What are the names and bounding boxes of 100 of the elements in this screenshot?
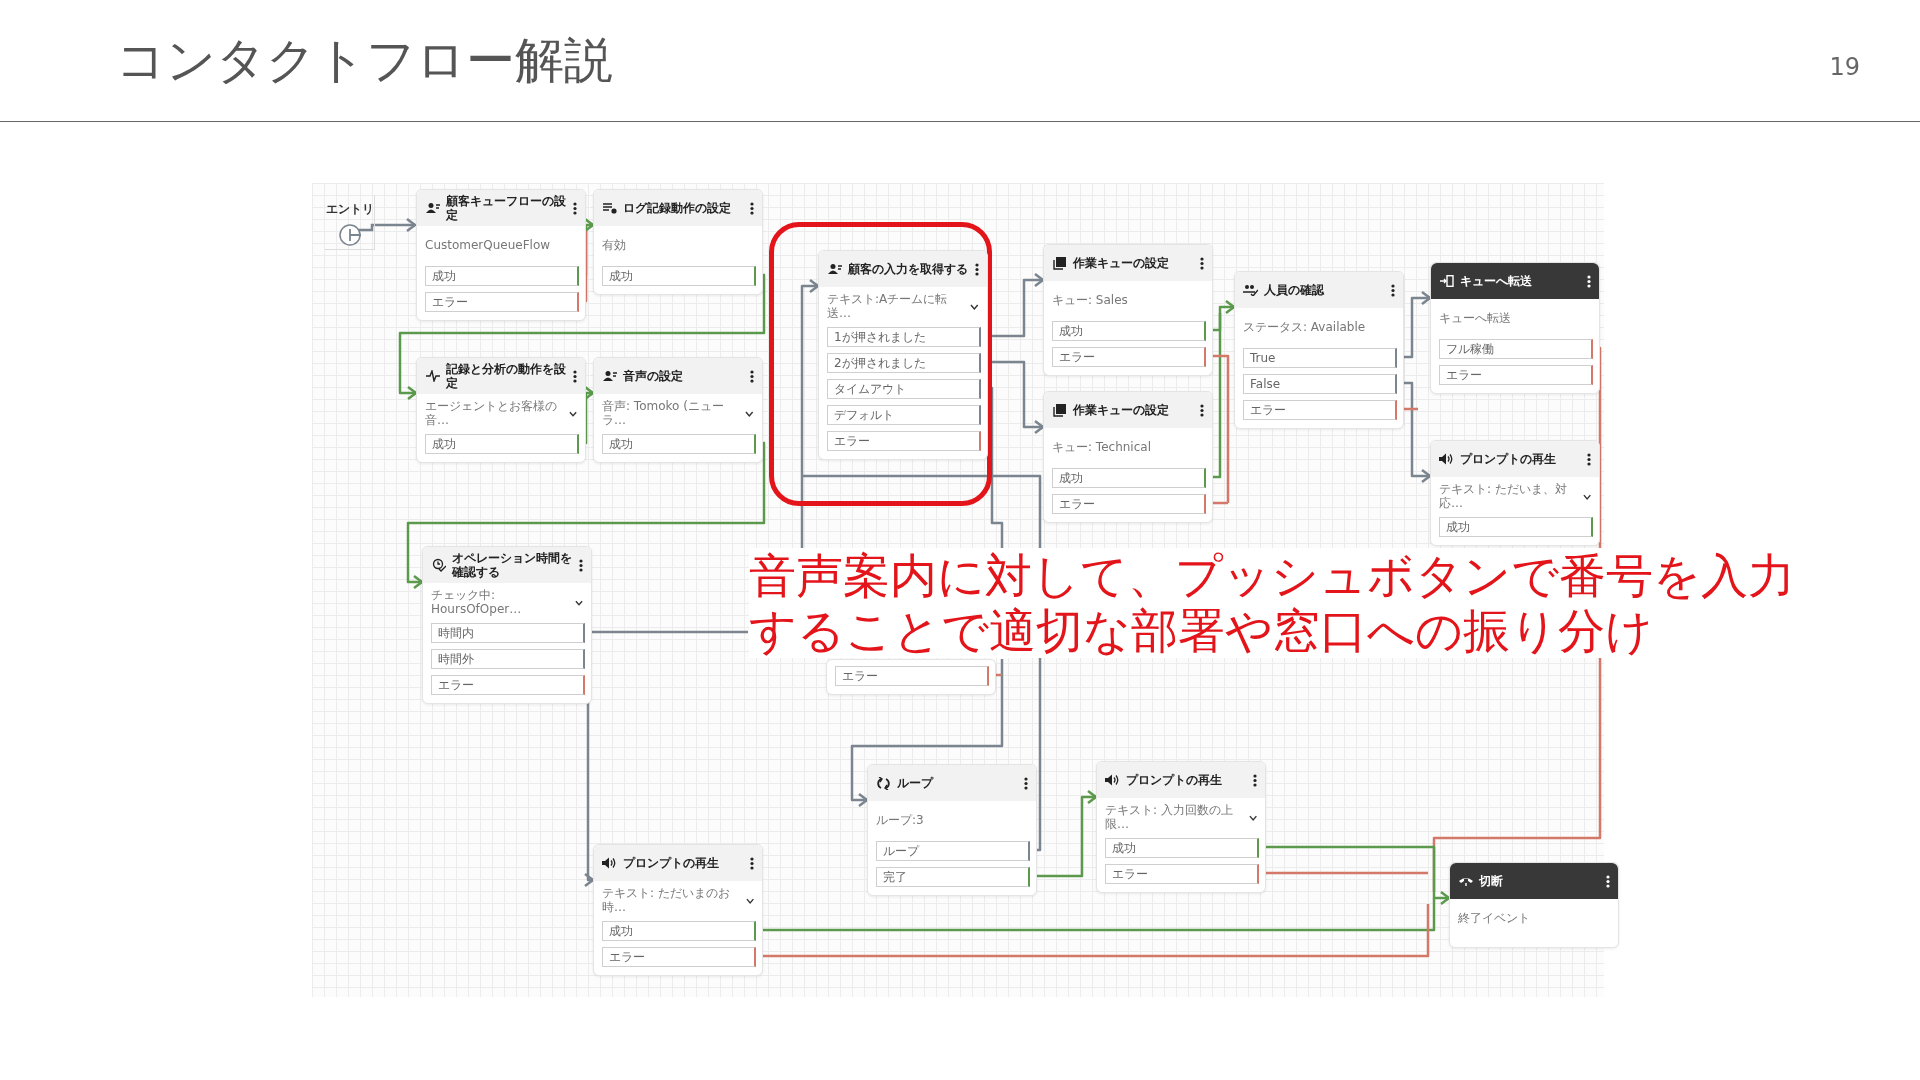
speaker-icon <box>602 857 617 869</box>
output-port[interactable]: エラー <box>827 431 981 451</box>
output-port[interactable]: エラー <box>431 675 585 695</box>
output-port[interactable]: 成功 <box>1105 838 1259 858</box>
flow-block[interactable]: プロンプトの再生 テキスト: 入力回数の上限… 成功 エラー <box>1096 761 1266 893</box>
output-port[interactable]: エラー <box>1243 400 1397 420</box>
flow-block[interactable]: 作業キューの設定 キュー: Sales 成功 エラー <box>1043 244 1213 376</box>
output-port[interactable]: フル稼働 <box>1439 339 1593 359</box>
flow-block[interactable]: キューへ転送 キューへ転送 フル稼働 エラー <box>1430 262 1600 394</box>
more-icon[interactable] <box>1587 274 1591 288</box>
flow-block[interactable]: プロンプトの再生 テキスト: ただいま、対応… 成功 <box>1430 440 1600 546</box>
more-icon[interactable] <box>750 369 754 383</box>
output-port[interactable]: タイムアウト <box>827 379 981 399</box>
block-title: 切断 <box>1479 873 1504 889</box>
more-icon[interactable] <box>1391 283 1395 297</box>
output-port[interactable]: 時間内 <box>431 623 585 643</box>
chevron-icon[interactable] <box>745 411 754 417</box>
output-port[interactable]: 成功 <box>602 921 756 941</box>
chevron-icon[interactable] <box>1248 815 1257 821</box>
block-detail: キュー: Technical <box>1052 441 1151 455</box>
block-detail: ステータス: Available <box>1243 321 1366 335</box>
page-number: 19 <box>1829 52 1860 81</box>
block-title: ループ <box>897 775 935 791</box>
more-icon[interactable] <box>750 856 754 870</box>
flow-block[interactable]: 顧客キューフローの設定 CustomerQueueFlow 成功 エラー <box>416 189 586 321</box>
clock-icon <box>431 558 446 572</box>
block-detail: キューへ転送 <box>1439 312 1511 326</box>
block-detail: 有効 <box>602 239 626 253</box>
flow-block[interactable]: 切断 終了イベント <box>1449 862 1619 948</box>
block-detail: チェック中: HoursOfOper… <box>431 589 523 617</box>
chevron-icon[interactable] <box>568 411 577 417</box>
more-icon[interactable] <box>579 558 583 572</box>
block-detail: CustomerQueueFlow <box>425 239 551 253</box>
flow-block[interactable]: オペレーション時間を確認する チェック中: HoursOfOper… 時間内 時間外 エラー <box>422 546 592 704</box>
output-port[interactable]: エラー <box>1105 864 1259 884</box>
flow-block[interactable]: ループ ループ:3 ループ 完了 <box>867 764 1037 896</box>
output-port[interactable]: 成功 <box>602 434 756 454</box>
more-icon[interactable] <box>1606 874 1610 888</box>
output-port[interactable]: 成功 <box>602 266 756 286</box>
output-port[interactable]: 成功 <box>1439 517 1593 537</box>
block-title: 顧客の入力を取得する <box>848 261 969 277</box>
block-title: プロンプトの再生 <box>1126 772 1223 788</box>
block-title: キューへ転送 <box>1460 273 1533 289</box>
output-port[interactable]: エラー <box>602 947 756 967</box>
block-detail: 終了イベント <box>1458 912 1530 926</box>
output-port[interactable]: エラー <box>1052 494 1206 514</box>
block-detail: ループ:3 <box>876 814 924 828</box>
more-icon[interactable] <box>1200 256 1204 270</box>
block-title: 音声の設定 <box>623 368 684 384</box>
phone-icon <box>1458 876 1473 886</box>
output-port[interactable]: エラー <box>425 292 579 312</box>
output-port[interactable]: 成功 <box>1052 468 1206 488</box>
block-detail: エージェントとお客様の音… <box>425 400 558 428</box>
more-icon[interactable] <box>573 201 577 215</box>
speaker-icon <box>1439 453 1454 465</box>
loop-icon <box>877 776 890 790</box>
flow-block[interactable]: プロンプトの再生 テキスト: ただいまのお時… 成功 エラー <box>593 844 763 976</box>
square-icon <box>1053 403 1066 417</box>
output-port[interactable]: エラー <box>1052 347 1206 367</box>
output-port[interactable]: 時間外 <box>431 649 585 669</box>
block-detail: テキスト:Aチームに転送… <box>827 293 949 321</box>
more-icon[interactable] <box>975 262 979 276</box>
output-port[interactable]: 完了 <box>876 867 1030 887</box>
flow-block[interactable]: 人員の確認 ステータス: Available True False エラー <box>1234 271 1404 429</box>
output-port[interactable]: ループ <box>876 841 1030 861</box>
output-port[interactable]: エラー <box>835 666 989 686</box>
output-port[interactable]: False <box>1243 374 1397 394</box>
person-icon <box>602 370 617 382</box>
person-icon <box>827 263 842 275</box>
flow-block[interactable]: 記録と分析の動作を設定 エージェントとお客様の音… 成功 <box>416 357 586 463</box>
more-icon[interactable] <box>750 201 754 215</box>
more-icon[interactable] <box>1200 403 1204 417</box>
output-port[interactable]: 成功 <box>1052 321 1206 341</box>
block-detail: 音声: Tomoko (ニューラ… <box>602 400 725 428</box>
more-icon[interactable] <box>1024 776 1028 790</box>
more-icon[interactable] <box>1587 452 1591 466</box>
block-title: 顧客キューフローの設定 <box>446 193 567 223</box>
output-port[interactable]: 1が押されました <box>827 327 981 347</box>
flow-block[interactable]: 顧客の入力を取得する テキスト:Aチームに転送… 1が押されました 2が押されました タイムアウト デフォルト エラー <box>818 250 988 460</box>
block-title: 作業キューの設定 <box>1073 255 1170 271</box>
output-port[interactable]: デフォルト <box>827 405 981 425</box>
person-icon <box>425 202 440 214</box>
more-icon[interactable] <box>1253 773 1257 787</box>
flow-block[interactable]: 音声の設定 音声: Tomoko (ニューラ… 成功 <box>593 357 763 463</box>
flow-block[interactable]: エラー <box>826 659 996 695</box>
chevron-icon[interactable] <box>970 304 979 310</box>
output-port[interactable]: 成功 <box>425 266 579 286</box>
flow-block[interactable]: 作業キューの設定 キュー: Technical 成功 エラー <box>1043 391 1213 523</box>
output-port[interactable]: 2が押されました <box>827 353 981 373</box>
more-icon[interactable] <box>573 369 577 383</box>
chevron-icon[interactable] <box>1582 494 1591 500</box>
output-port[interactable]: True <box>1243 348 1397 368</box>
output-port[interactable]: エラー <box>1439 365 1593 385</box>
chevron-icon[interactable] <box>745 898 754 904</box>
chevron-icon[interactable] <box>575 600 583 606</box>
start-icon <box>338 224 361 246</box>
output-port[interactable]: 成功 <box>425 434 579 454</box>
block-title: 記録と分析の動作を設定 <box>446 361 567 391</box>
flow-block[interactable]: ログ記録動作の設定 有効 成功 <box>593 189 763 295</box>
block-detail: テキスト: ただいま、対応… <box>1439 483 1568 511</box>
